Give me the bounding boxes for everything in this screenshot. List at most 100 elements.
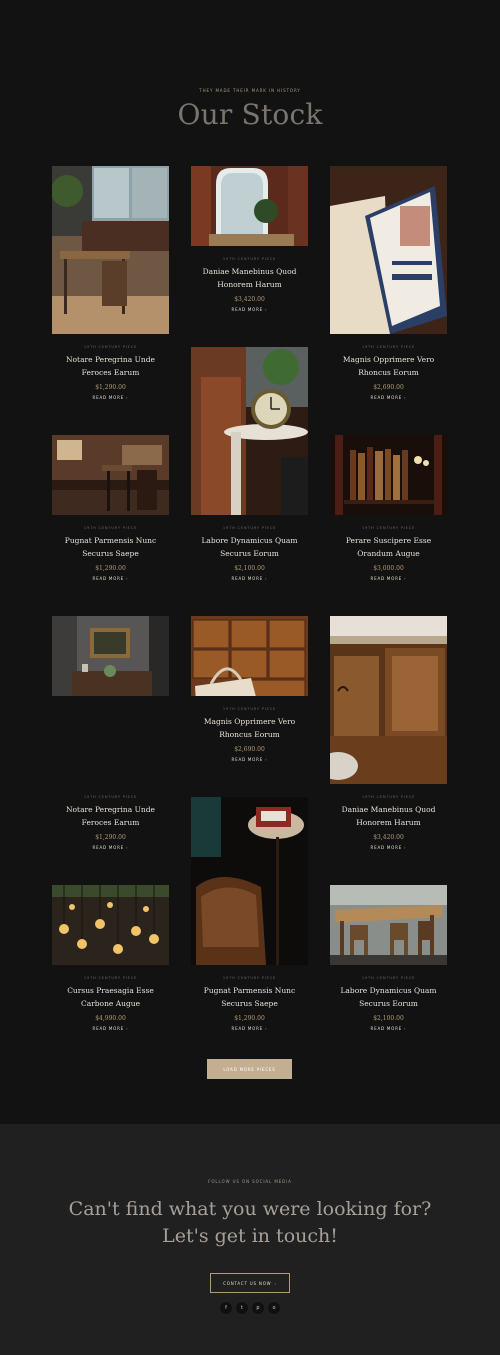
section-kicker: They made their mark in history <box>199 88 301 93</box>
product-title[interactable]: Labore Dynamicus Quam Securus Eorum <box>191 534 308 560</box>
social-links: f t p o <box>0 1302 500 1314</box>
read-more-label: Read More <box>370 1026 403 1031</box>
product-price: $2,690.00 <box>234 746 265 753</box>
product-price: $1,290.00 <box>95 384 126 391</box>
product-tag: 19th Century Piece <box>222 707 277 711</box>
read-more-label: Read More <box>370 576 403 581</box>
read-more-link[interactable]: Read More › <box>330 395 447 400</box>
product-tag: 19th Century Piece <box>361 795 416 799</box>
section-heading: Our Stock <box>177 98 323 131</box>
product-price: $1,290.00 <box>95 565 126 572</box>
instagram-icon[interactable]: o <box>268 1302 280 1314</box>
contact-heading: Can't find what you were looking for? Le… <box>0 1196 500 1250</box>
antique-book-photo <box>330 166 447 334</box>
product-tag: 19th Century Piece <box>222 257 277 261</box>
arrow-right-icon: › <box>126 395 129 400</box>
product-title[interactable]: Daniae Manebinus Quod Honorem Harum <box>191 265 308 291</box>
read-more-link[interactable]: Read More › <box>52 395 169 400</box>
carved-cabinet-photo <box>330 616 447 784</box>
product-title[interactable]: Perare Suscipere Esse Orandum Augue <box>330 534 447 560</box>
contact-heading-line-1: Can't find what you were looking for? <box>68 1198 432 1220</box>
read-more-link[interactable]: Read More › <box>191 757 308 762</box>
product-title[interactable]: Magnis Opprimere Vero Rhoncus Eorum <box>191 715 308 741</box>
read-more-link[interactable]: Read More › <box>191 576 308 581</box>
read-more-link[interactable]: Read More › <box>52 845 169 850</box>
product-title[interactable]: Labore Dynamicus Quam Securus Eorum <box>330 984 447 1010</box>
facebook-icon[interactable]: f <box>220 1302 232 1314</box>
arrow-right-icon: › <box>126 1026 129 1031</box>
product-image[interactable] <box>52 885 169 965</box>
edison-bulbs-photo <box>52 885 169 965</box>
read-more-label: Read More <box>231 576 264 581</box>
stock-section: They made their mark in history Our Stoc… <box>0 0 500 1124</box>
read-more-link[interactable]: Read More › <box>191 307 308 312</box>
product-title[interactable]: Notare Peregrina Unde Feroces Earum <box>52 353 169 379</box>
dining-room-photo <box>52 166 169 334</box>
read-more-label: Read More <box>92 845 125 850</box>
product-image[interactable] <box>330 616 447 784</box>
social-kicker: Follow us on social media <box>208 1179 292 1184</box>
arrow-right-icon: › <box>126 576 129 581</box>
product-price: $2,690.00 <box>373 384 404 391</box>
product-title[interactable]: Daniae Manebinus Quod Honorem Harum <box>330 803 447 829</box>
clock-armchair-photo <box>191 347 308 515</box>
contact-us-button[interactable]: Contact Us Now › <box>210 1273 290 1293</box>
read-more-link[interactable]: Read More › <box>330 1026 447 1031</box>
load-more-button[interactable]: Load More Pieces <box>207 1059 292 1079</box>
product-tag: 19th Century Piece <box>361 526 416 530</box>
wall-painting-photo <box>52 616 169 696</box>
read-more-link[interactable]: Read More › <box>52 576 169 581</box>
product-image[interactable] <box>191 797 308 965</box>
contact-section: Follow us on social media Can't find wha… <box>0 1124 500 1355</box>
product-image[interactable] <box>330 435 447 515</box>
product-image[interactable] <box>330 885 447 965</box>
read-more-link[interactable]: Read More › <box>330 845 447 850</box>
product-image[interactable] <box>330 166 447 334</box>
product-image[interactable] <box>52 166 169 334</box>
product-image[interactable] <box>191 616 308 696</box>
product-tag: 19th Century Piece <box>83 345 138 349</box>
read-more-label: Read More <box>370 845 403 850</box>
product-title[interactable]: Magnis Opprimere Vero Rhoncus Eorum <box>330 353 447 379</box>
product-price: $1,290.00 <box>95 834 126 841</box>
product-price: $4,990.00 <box>95 1015 126 1022</box>
arrow-right-icon: › <box>126 845 129 850</box>
read-more-label: Read More <box>92 1026 125 1031</box>
arrow-right-icon: › <box>265 757 268 762</box>
product-title[interactable]: Notare Peregrina Unde Feroces Earum <box>52 803 169 829</box>
product-title[interactable]: Pugnat Parmensis Nunc Securus Saepe <box>191 984 308 1010</box>
product-image[interactable] <box>191 166 308 246</box>
wood-table-photo <box>330 885 447 965</box>
read-more-label: Read More <box>92 395 125 400</box>
drawers-bag-photo <box>191 616 308 696</box>
read-more-label: Read More <box>370 395 403 400</box>
bookshelf-photo <box>330 435 447 515</box>
read-more-label: Read More <box>92 576 125 581</box>
leather-chair-phone-photo <box>191 797 308 965</box>
read-more-label: Read More <box>231 1026 264 1031</box>
contact-heading-line-2: Let's get in touch! <box>162 1225 338 1247</box>
twitter-icon[interactable]: t <box>236 1302 248 1314</box>
product-title[interactable]: Cursus Praesagia Esse Carbone Augue <box>52 984 169 1010</box>
product-title[interactable]: Pugnat Parmensis Nunc Securus Saepe <box>52 534 169 560</box>
product-tag: 19th Century Piece <box>222 976 277 980</box>
product-tag: 19th Century Piece <box>83 976 138 980</box>
pinterest-icon[interactable]: p <box>252 1302 264 1314</box>
arrow-right-icon: › <box>404 395 407 400</box>
read-more-link[interactable]: Read More › <box>330 576 447 581</box>
product-price: $3,420.00 <box>234 296 265 303</box>
product-image[interactable] <box>52 435 169 515</box>
arrow-right-icon: › <box>265 307 268 312</box>
arrow-right-icon: › <box>404 845 407 850</box>
product-image[interactable] <box>52 616 169 784</box>
product-image[interactable] <box>191 347 308 515</box>
mirror-plant-photo <box>191 166 308 246</box>
arrow-right-icon: › <box>404 576 407 581</box>
read-more-link[interactable]: Read More › <box>52 1026 169 1031</box>
product-price: $3,000.00 <box>373 565 404 572</box>
wood-interior-photo <box>52 435 169 515</box>
arrow-right-icon: › <box>265 576 268 581</box>
read-more-link[interactable]: Read More › <box>191 1026 308 1031</box>
product-price: $1,290.00 <box>234 1015 265 1022</box>
product-tag: 19th Century Piece <box>361 345 416 349</box>
